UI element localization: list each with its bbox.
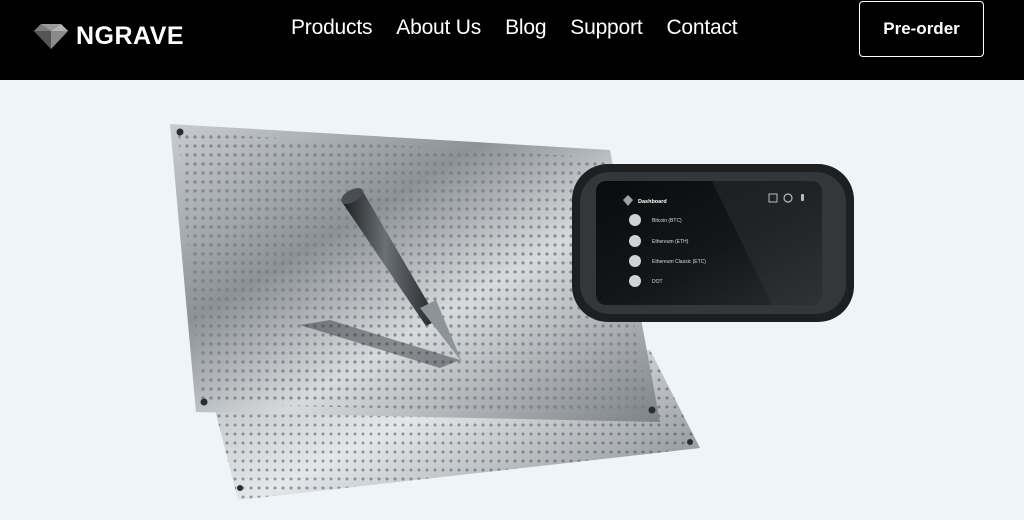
hero-product-image: Dashboard Bitcoin (BTC) Ethereum (ETH) E… — [170, 124, 854, 500]
brand-logo[interactable]: NGRAVE — [32, 14, 184, 58]
brand-name: NGRAVE — [76, 21, 185, 50]
nav-blog[interactable]: Blog — [505, 16, 546, 40]
nav-about-us[interactable]: About Us — [396, 16, 481, 40]
hero-section: Dashboard Bitcoin (BTC) Ethereum (ETH) E… — [0, 80, 1024, 520]
main-nav: Products About Us Blog Support Contact — [291, 14, 738, 42]
screen-asset-label: Bitcoin (BTC) — [652, 218, 682, 224]
nav-support[interactable]: Support — [570, 16, 642, 40]
pre-order-button[interactable]: Pre-order — [859, 1, 984, 57]
screen-asset-label: Ethereum Classic (ETC) — [652, 259, 706, 265]
battery-icon — [801, 194, 804, 201]
ngrave-zero-device: Dashboard Bitcoin (BTC) Ethereum (ETH) E… — [572, 164, 854, 322]
ethereum-icon — [629, 235, 641, 247]
diamond-logo-icon — [34, 24, 68, 49]
screen-asset-label: DOT — [652, 279, 663, 285]
site-header: NGRAVE Products About Us Blog Support Co… — [0, 0, 1024, 80]
bitcoin-icon — [629, 214, 641, 226]
screen-asset-label: Ethereum (ETH) — [652, 239, 689, 245]
nav-contact[interactable]: Contact — [666, 16, 737, 40]
nav-products[interactable]: Products — [291, 16, 372, 40]
polkadot-icon — [629, 275, 641, 287]
screen-title: Dashboard — [638, 199, 667, 205]
ethereum-classic-icon — [629, 255, 641, 267]
